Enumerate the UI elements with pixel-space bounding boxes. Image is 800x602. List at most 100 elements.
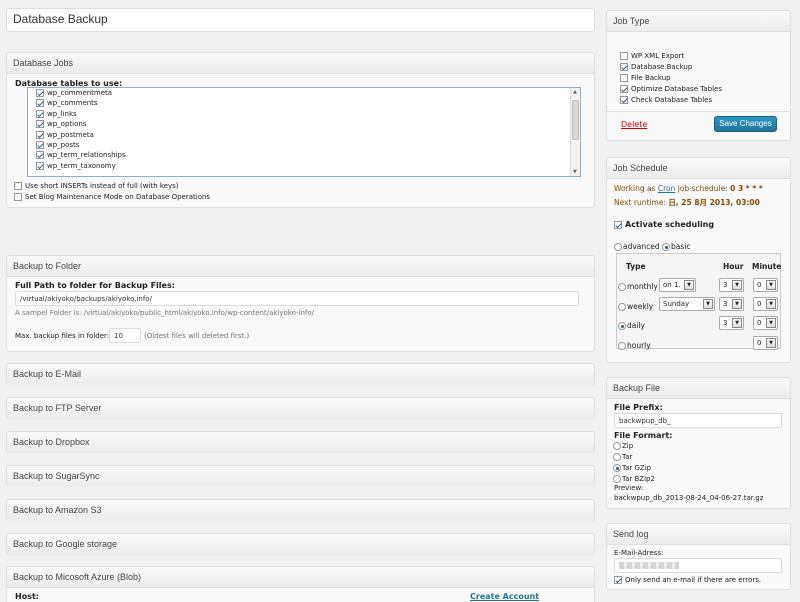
short-inserts-checkbox[interactable] [14, 182, 22, 190]
backup-email-header[interactable]: Backup to E-Mail [7, 364, 594, 385]
backup-azure-header[interactable]: Backup to Micosoft Azure (Blob) [7, 567, 594, 588]
col-minute: Minute [752, 262, 782, 271]
only-errors-option[interactable]: Only send an e-mail if there are errors. [614, 575, 761, 586]
backup-ftp-header[interactable]: Backup to FTP Server [7, 398, 594, 419]
monthly-hour-select[interactable]: 3 ▼ [719, 278, 744, 292]
checkbox[interactable] [36, 140, 44, 149]
backup-s3-header[interactable]: Backup to Amazon S3 [7, 500, 594, 521]
hourly-option[interactable]: hourly [618, 341, 651, 350]
checkbox[interactable] [36, 161, 44, 170]
job-type-item[interactable]: File Backup [620, 73, 722, 84]
radio[interactable] [618, 322, 626, 330]
checkbox[interactable] [620, 74, 628, 82]
backup-sugarsync-header[interactable]: Backup to SugarSync [7, 466, 594, 487]
monthly-minute-select[interactable]: 0 ▼ [753, 278, 778, 292]
advanced-radio[interactable] [614, 243, 622, 251]
job-type-header[interactable]: Job Type [607, 11, 790, 32]
table-row[interactable]: wp_links [28, 109, 580, 119]
backup-dropbox-header[interactable]: Backup to Dropbox [7, 432, 594, 453]
job-schedule-box: Job Schedule Working as Cron job schedul… [606, 157, 791, 363]
checkbox[interactable] [36, 109, 44, 118]
job-type-item[interactable]: Check Database Tables [620, 95, 722, 106]
format-option[interactable]: Zip [613, 441, 655, 452]
delete-link[interactable]: Delete [621, 120, 647, 129]
table-row[interactable]: wp_term_relationships [28, 150, 580, 160]
radio[interactable] [613, 475, 621, 483]
checkbox[interactable] [620, 63, 628, 71]
daily-minute-select[interactable]: 0 ▼ [753, 316, 778, 330]
format-option[interactable]: Tar [613, 452, 655, 463]
backup-google-box[interactable]: Backup to Google storage [6, 533, 595, 555]
radio[interactable] [613, 453, 621, 461]
save-changes-button[interactable]: Save Changes [714, 116, 777, 132]
table-row[interactable]: wp_posts [28, 140, 580, 150]
maintenance-mode-option[interactable]: Set Blog Maintenance Mode on Database Op… [14, 192, 210, 203]
backup-file-box: Backup File File Prefix: backwpup_db_ Fi… [606, 377, 791, 509]
file-prefix-input[interactable]: backwpup_db_ [614, 413, 782, 428]
activate-scheduling-option[interactable]: Activate scheduling [614, 220, 714, 229]
weekly-option[interactable]: weekly [618, 302, 653, 311]
tables-list[interactable]: wp_commentmeta wp_comments wp_links wp_o… [27, 87, 581, 177]
checkbox[interactable] [620, 85, 628, 93]
cron-link[interactable]: Cron [658, 184, 676, 193]
checkbox[interactable] [36, 120, 44, 129]
send-log-header[interactable]: Send log [607, 524, 790, 545]
monthly-option[interactable]: monthly [618, 282, 658, 291]
backup-file-header[interactable]: Backup File [607, 378, 790, 399]
backup-folder-header[interactable]: Backup to Folder [7, 256, 594, 277]
weekly-hour-select[interactable]: 3 ▼ [719, 297, 744, 311]
weekly-minute-select[interactable]: 0 ▼ [753, 297, 778, 311]
radio[interactable] [618, 283, 626, 291]
daily-option[interactable]: daily [618, 321, 645, 330]
folder-path-input[interactable]: /virtual/akiyoko/backups/akiyoko.info/ [15, 291, 579, 306]
activate-checkbox[interactable] [614, 220, 622, 229]
tables-scrollbar[interactable]: ▲ ▼ [570, 88, 580, 176]
weekly-day-select[interactable]: Sunday ▼ [659, 297, 715, 311]
job-schedule-header[interactable]: Job Schedule [607, 158, 790, 179]
max-files-input[interactable]: 10 [109, 328, 141, 343]
backup-ftp-box[interactable]: Backup to FTP Server [6, 397, 595, 419]
hourly-minute-select[interactable]: 0 ▼ [753, 336, 778, 350]
checkbox[interactable] [36, 89, 44, 97]
checkbox[interactable] [36, 130, 44, 139]
table-row[interactable]: wp_postmeta [28, 130, 580, 140]
basic-radio[interactable] [662, 243, 671, 251]
backup-email-box[interactable]: Backup to E-Mail [6, 363, 595, 385]
job-type-item[interactable]: Database Backup [620, 62, 722, 73]
scroll-up-icon[interactable]: ▲ [573, 89, 577, 95]
checkbox[interactable] [36, 99, 44, 108]
create-account-link[interactable]: Create Account [470, 592, 539, 601]
scroll-down-icon[interactable]: ▼ [573, 169, 577, 175]
backup-google-header[interactable]: Backup to Google storage [7, 534, 594, 555]
working-as-line: Working as Cron job schedule: 0 3 * * * [614, 184, 763, 193]
scroll-thumb[interactable] [572, 100, 579, 140]
job-type-item[interactable]: WP XML Export [620, 51, 722, 62]
checkbox[interactable] [620, 52, 628, 60]
radio[interactable] [618, 342, 626, 350]
radio[interactable] [618, 303, 626, 311]
job-type-item[interactable]: Optimize Database Tables [620, 84, 722, 95]
radio[interactable] [613, 464, 621, 472]
checkbox[interactable] [620, 96, 628, 104]
max-files-note: (Oldest files will deleted first.) [144, 332, 250, 340]
backup-s3-box[interactable]: Backup to Amazon S3 [6, 499, 595, 521]
only-errors-checkbox[interactable] [614, 576, 622, 584]
table-row[interactable]: wp_comments [28, 98, 580, 108]
format-option[interactable]: Tar GZip [613, 463, 655, 474]
max-files-label: Max. backup files in folder: [15, 332, 110, 340]
radio[interactable] [613, 442, 621, 450]
maintenance-mode-checkbox[interactable] [14, 193, 22, 201]
job-name-input[interactable]: Database Backup [6, 8, 595, 32]
email-blur [619, 562, 679, 569]
checkbox[interactable] [36, 151, 44, 160]
database-jobs-header[interactable]: Database Jobs [7, 53, 594, 74]
table-row[interactable]: wp_options [28, 119, 580, 129]
monthly-day-select[interactable]: on 1. ▼ [659, 278, 696, 292]
backup-sugarsync-box[interactable]: Backup to SugarSync [6, 465, 595, 487]
backup-dropbox-box[interactable]: Backup to Dropbox [6, 431, 595, 453]
daily-hour-select[interactable]: 3 ▼ [719, 316, 744, 330]
preview-value: backwpup_db_2013-08-24_04-06-27.tar.gz [614, 494, 764, 502]
table-row[interactable]: wp_commentmeta [28, 88, 580, 98]
short-inserts-option[interactable]: Use short INSERTs instead of full (with … [14, 181, 179, 192]
table-row[interactable]: wp_term_taxonomy [28, 161, 580, 171]
